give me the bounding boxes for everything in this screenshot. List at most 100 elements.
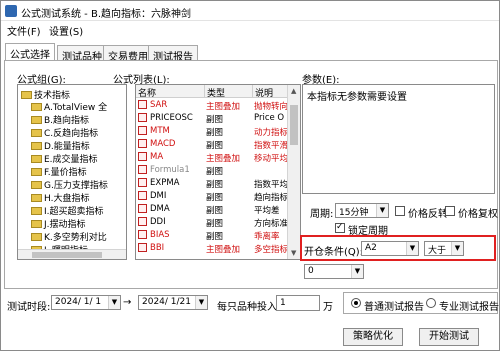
formula-type: 副图: [206, 180, 224, 190]
scroll-thumb[interactable]: [32, 252, 102, 258]
tab-trade-fee[interactable]: 交易费用: [103, 45, 153, 63]
scroll-up-arrow-icon[interactable]: ▲: [291, 87, 296, 95]
price-reverse-checkbox[interactable]: [395, 206, 405, 216]
formula-desc: 乖离率: [254, 232, 280, 242]
formula-name: BIAS: [150, 230, 170, 240]
chevron-down-icon[interactable]: ▼: [351, 265, 363, 278]
tree-item[interactable]: C.反趋向指标: [31, 126, 98, 139]
formula-list[interactable]: 名称 类型 说明 SAR 主图叠加 抛物转向 PRICEOSC 副图 Price O MTM…: [135, 84, 301, 260]
normal-report-radio[interactable]: [351, 298, 361, 308]
formula-row[interactable]: Formula1 副图: [136, 165, 286, 177]
formula-desc: 多空指标: [254, 245, 289, 255]
formula-row[interactable]: DMI 副图 趋向指标: [136, 191, 288, 203]
lock-period-checkbox[interactable]: [335, 222, 345, 233]
title-bar: 公式测试系统 - B.趋向指标：六脉神剑: [1, 1, 499, 21]
strategy-optimize-button[interactable]: 策略优化: [343, 328, 403, 346]
column-header-name[interactable]: 名称: [136, 85, 204, 99]
folder-icon: [31, 207, 42, 215]
scroll-down-arrow-icon[interactable]: ▼: [291, 249, 296, 257]
open-condition-label: 开仓条件(Q):: [304, 247, 364, 258]
formula-icon: [138, 243, 147, 252]
formula-type: 副图: [206, 141, 224, 151]
chevron-down-icon[interactable]: ▼: [451, 242, 463, 255]
formula-row[interactable]: DMA 副图 平均差: [136, 204, 286, 216]
formula-row[interactable]: PRICEOSC 副图 Price O: [136, 113, 286, 125]
investment-input[interactable]: 1: [276, 295, 320, 311]
column-header-type[interactable]: 类型: [204, 85, 252, 99]
window-title: 公式测试系统 - B.趋向指标：六脉神剑: [21, 9, 192, 20]
formula-row[interactable]: MACD 副图 指数平滑: [136, 139, 288, 151]
formula-row[interactable]: BIAS 副图 乖离率: [136, 230, 286, 242]
threshold-select[interactable]: 0 ▼: [304, 264, 364, 279]
formula-row[interactable]: DDI 副图 方向标准: [136, 217, 288, 229]
chevron-down-icon[interactable]: ▼: [376, 204, 388, 217]
folder-icon: [31, 142, 42, 150]
formula-type: 副图: [206, 219, 224, 229]
folder-icon: [31, 181, 42, 189]
period-select[interactable]: 15分钟 ▼: [335, 203, 389, 218]
tab-formula-select[interactable]: 公式选择: [5, 43, 55, 61]
tree-item[interactable]: I.超买超卖指标: [31, 204, 104, 217]
investment-label: 每只品种投入:: [217, 302, 281, 313]
start-test-button[interactable]: 开始测试: [419, 328, 479, 346]
tree-root[interactable]: 技术指标: [21, 88, 70, 101]
formula-select-panel: 公式组(G): 技术指标 A.TotalView 全 B.趋向指标 C.反趋向指…: [4, 60, 498, 289]
formula-row[interactable]: BBI 主图叠加 多空指标: [136, 243, 289, 255]
tab-test-report[interactable]: 测试报告: [148, 45, 198, 63]
formula-icon: [138, 100, 147, 109]
folder-icon: [31, 220, 42, 228]
pro-report-radio[interactable]: [426, 298, 436, 308]
end-date-picker[interactable]: 2024/ 1/21 ▼: [138, 295, 208, 310]
folder-open-icon: [21, 91, 32, 99]
start-date-picker[interactable]: 2024/ 1/ 1 ▼: [51, 295, 121, 310]
formula-type: 副图: [206, 232, 224, 242]
tree-item[interactable]: K.多空势利对比: [31, 230, 107, 243]
tree-item[interactable]: D.能量指标: [31, 139, 90, 152]
formula-row[interactable]: MTM 副图 动力指标: [136, 126, 288, 138]
test-time-label: 测试时段:: [7, 302, 51, 313]
formula-icon: [138, 113, 147, 122]
folder-icon: [31, 194, 42, 202]
column-header-desc[interactable]: 说明: [252, 85, 288, 99]
formula-row[interactable]: EXPMA 副图 指数平均: [136, 178, 289, 190]
operator-select[interactable]: 大于 ▼: [424, 241, 464, 256]
formula-icon: [138, 217, 147, 226]
tree-item[interactable]: E.成交量指标: [31, 152, 98, 165]
menu-bar: 文件(F) 设置(S): [1, 21, 499, 38]
formula-row[interactable]: SAR 主图叠加 抛物转向: [136, 100, 289, 112]
price-restore-label: 价格复权: [458, 209, 498, 220]
formula-row[interactable]: MA 主图叠加 移动平均: [136, 152, 289, 164]
folder-icon: [31, 129, 42, 137]
formula-name: DMI: [150, 191, 167, 201]
formula-desc: 抛物转向: [254, 102, 289, 112]
formula-icon: [138, 139, 147, 148]
menu-settings[interactable]: 设置(S): [49, 23, 83, 38]
tree-horizontal-scrollbar[interactable]: [18, 249, 126, 259]
tab-test-variety[interactable]: 测试品种: [57, 45, 107, 63]
chevron-down-icon[interactable]: ▼: [108, 296, 120, 309]
formula-group-tree[interactable]: 技术指标 A.TotalView 全 B.趋向指标 C.反趋向指标 D.能量指标…: [17, 84, 127, 260]
app-icon: [5, 5, 17, 17]
formula-desc: 移动平均: [254, 154, 289, 164]
tree-item[interactable]: H.大盘指标: [31, 191, 89, 204]
formula-type: 副图: [206, 206, 224, 216]
formula-name: EXPMA: [150, 178, 180, 188]
open-condition-select[interactable]: A2 ▼: [361, 241, 419, 256]
formula-type: 副图: [206, 115, 224, 125]
price-restore-checkbox[interactable]: [445, 206, 455, 216]
formula-type: 副图: [206, 128, 224, 138]
tree-item[interactable]: F.量价指标: [31, 165, 87, 178]
scroll-thumb[interactable]: [290, 105, 298, 145]
formula-list-scrollbar[interactable]: ▲ ▼: [287, 85, 300, 259]
chevron-down-icon[interactable]: ▼: [195, 296, 207, 309]
params-box: 本指标无参数需要设置: [302, 84, 495, 194]
tree-item[interactable]: G.压力支撑指标: [31, 178, 108, 191]
formula-desc: 平均差: [254, 206, 280, 216]
tree-item[interactable]: A.TotalView 全: [31, 100, 107, 113]
params-text: 本指标无参数需要设置: [307, 92, 407, 103]
tree-item[interactable]: J.摆动指标: [31, 217, 86, 230]
chevron-down-icon[interactable]: ▼: [406, 242, 418, 255]
menu-file[interactable]: 文件(F): [7, 23, 41, 38]
tree-item-selected[interactable]: B.趋向指标: [31, 113, 89, 126]
formula-desc: 指数平均: [254, 180, 289, 190]
